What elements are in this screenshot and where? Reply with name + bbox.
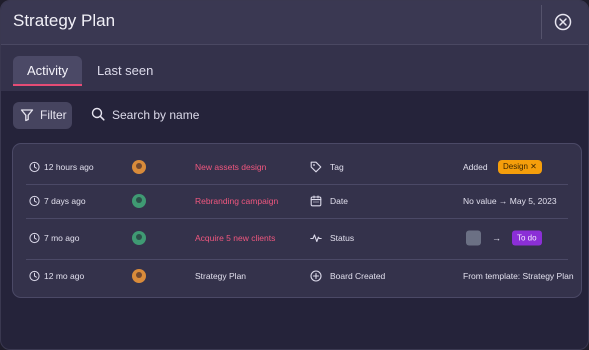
search-icon bbox=[91, 107, 105, 121]
design-tag[interactable]: Design ✕ bbox=[498, 160, 542, 174]
close-button[interactable] bbox=[553, 12, 573, 32]
tab-bar: Activity Last seen bbox=[1, 45, 588, 91]
activity-change: Added bbox=[463, 162, 488, 172]
empty-status-swatch bbox=[466, 230, 481, 246]
avatar bbox=[132, 160, 146, 174]
activity-field: Tag bbox=[330, 162, 344, 172]
activity-item[interactable]: Strategy Plan bbox=[195, 271, 246, 281]
activity-item[interactable]: Rebranding campaign bbox=[195, 196, 278, 206]
row-divider bbox=[26, 218, 568, 219]
dialog-header: Strategy Plan bbox=[1, 1, 588, 45]
avatar bbox=[132, 231, 146, 245]
clock-icon bbox=[29, 195, 40, 207]
status-pulse-icon bbox=[310, 234, 322, 243]
activity-field: Status bbox=[330, 233, 355, 243]
tab-activity[interactable]: Activity bbox=[13, 56, 83, 86]
arrow-icon: → bbox=[492, 233, 501, 243]
activity-item[interactable]: Acquire 5 new clients bbox=[195, 233, 275, 243]
activity-field: Board Created bbox=[330, 271, 386, 281]
table-row[interactable]: 7 days ago Rebranding campaign Date No v… bbox=[13, 183, 581, 219]
filter-label: Filter bbox=[40, 108, 67, 122]
avatar bbox=[132, 194, 146, 208]
plus-circle-icon bbox=[310, 270, 322, 282]
calendar-icon bbox=[310, 195, 322, 207]
activity-dialog: Strategy Plan Activity Last seen Filter … bbox=[0, 0, 589, 350]
activity-field: Date bbox=[330, 196, 348, 206]
header-divider bbox=[541, 5, 542, 39]
activity-item[interactable]: New assets design bbox=[195, 162, 266, 172]
activity-change: From template: Strategy Plan bbox=[463, 271, 574, 281]
activity-time: 12 hours ago bbox=[44, 162, 94, 172]
toolbar: Filter Search by name bbox=[1, 91, 588, 139]
clock-icon bbox=[29, 232, 40, 244]
search-input[interactable]: Search by name bbox=[91, 103, 291, 127]
page-title: Strategy Plan bbox=[13, 11, 116, 30]
tab-last-seen[interactable]: Last seen bbox=[83, 56, 167, 86]
activity-time: 7 mo ago bbox=[44, 233, 80, 243]
clock-icon bbox=[29, 161, 40, 173]
close-icon bbox=[554, 13, 572, 31]
status-badge[interactable]: To do bbox=[512, 230, 542, 246]
search-placeholder: Search by name bbox=[112, 108, 200, 122]
activity-change: No value → May 5, 2023 bbox=[463, 196, 557, 206]
clock-icon bbox=[29, 270, 40, 282]
table-row[interactable]: 7 mo ago Acquire 5 new clients Status → … bbox=[13, 220, 581, 256]
filter-button[interactable]: Filter bbox=[13, 102, 72, 129]
activity-time: 12 mo ago bbox=[44, 271, 85, 281]
activity-time: 7 days ago bbox=[44, 196, 86, 206]
table-row[interactable]: 12 hours ago New assets design Tag Added… bbox=[13, 149, 581, 185]
filter-icon bbox=[20, 109, 34, 122]
table-row[interactable]: 12 mo ago Strategy Plan Board Created Fr… bbox=[13, 258, 581, 294]
avatar bbox=[132, 269, 146, 283]
activity-list: 12 hours ago New assets design Tag Added… bbox=[12, 143, 582, 298]
tag-icon bbox=[310, 161, 322, 173]
